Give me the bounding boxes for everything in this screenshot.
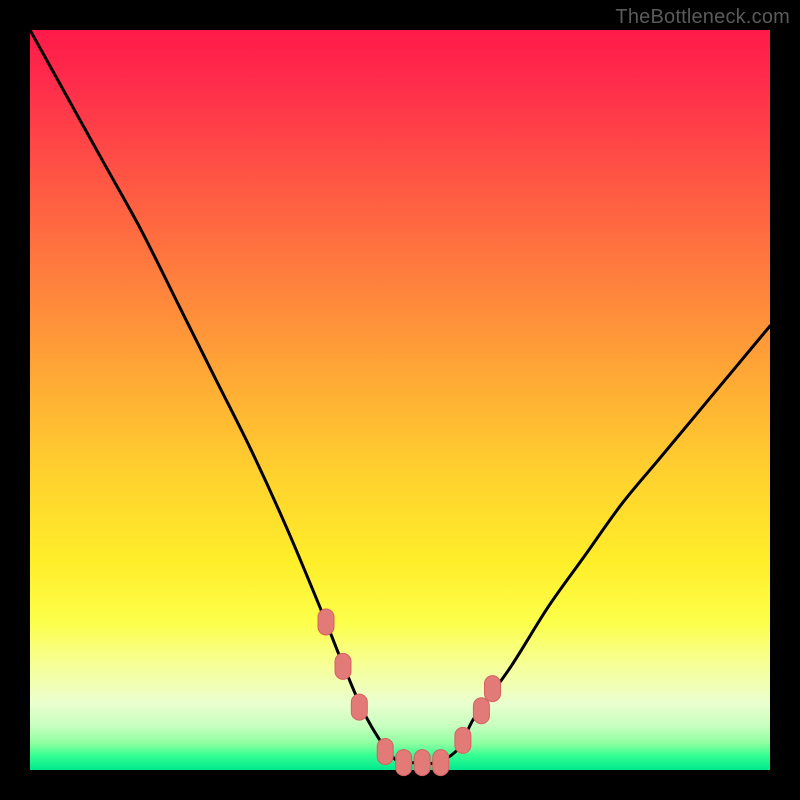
attribution-text: TheBottleneck.com [615,6,790,29]
curve-markers [318,609,501,776]
curve-marker [318,609,334,635]
plot-area [30,30,770,770]
curve-marker [473,698,489,724]
curve-marker [414,750,430,776]
curve-marker [351,694,367,720]
curve-marker [485,676,501,702]
curve-marker [335,653,351,679]
curve-marker [433,750,449,776]
chart-frame: TheBottleneck.com [0,0,800,800]
curve-marker [396,750,412,776]
curve-marker [455,727,471,753]
chart-svg [30,30,770,770]
bottleneck-curve [30,30,770,764]
curve-marker [377,739,393,765]
